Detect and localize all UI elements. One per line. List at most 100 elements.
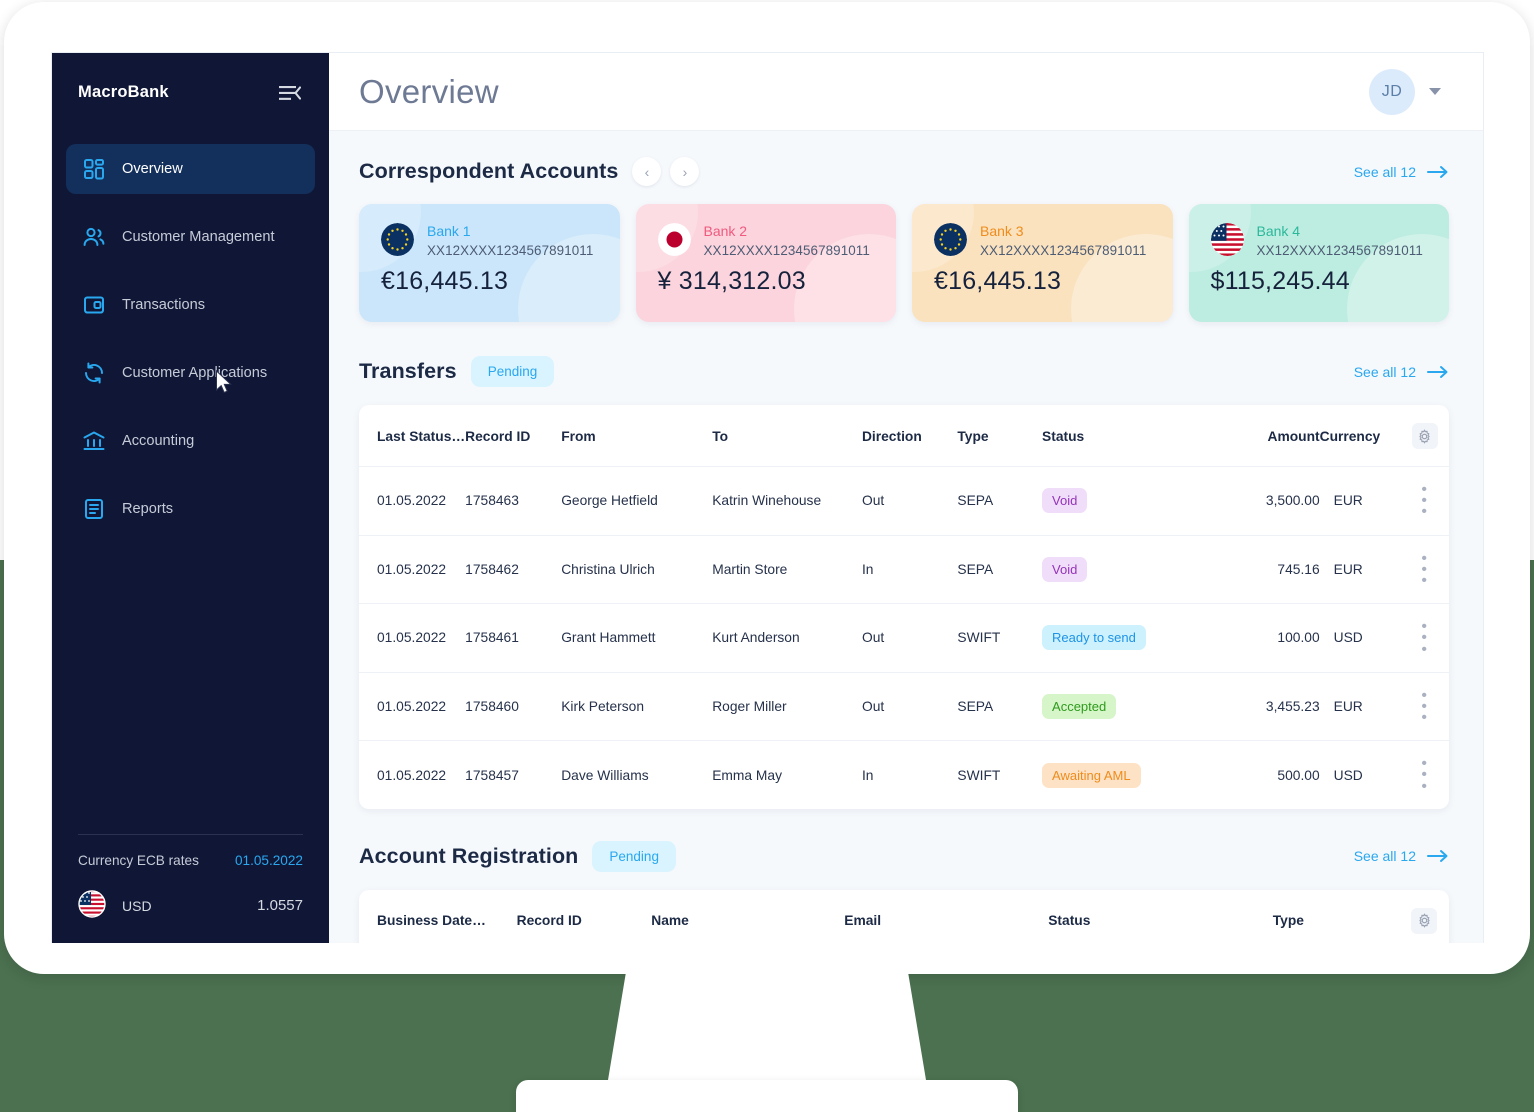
sidebar-item-label: Transactions: [122, 297, 206, 313]
column-header[interactable]: Status: [1042, 405, 1209, 467]
bank-balance: ¥ 314,312.03: [657, 267, 806, 295]
cell-type: SWIFT: [957, 767, 1001, 783]
column-header[interactable]: Email: [844, 889, 1049, 943]
sidebar-item-accounting[interactable]: Accounting: [66, 416, 315, 466]
us-flag-icon: [78, 890, 106, 921]
cell-direction: In: [861, 767, 874, 783]
gear-icon[interactable]: [1411, 907, 1438, 934]
see-all-transfers[interactable]: See all 12: [1354, 364, 1449, 380]
sidebar: MacroBank Overview Customer Management T…: [52, 53, 329, 943]
column-header[interactable]: Amount: [1208, 405, 1320, 467]
sidebar-item-overview[interactable]: Overview: [66, 144, 315, 194]
column-header[interactable]: Direction: [861, 405, 958, 467]
currency-rates-panel: Currency ECB rates 01.05.2022 USD 1.0557: [78, 834, 303, 943]
account-card[interactable]: Bank 1 XX12XXXX1234567891011 €16,445.13: [359, 204, 620, 322]
column-header[interactable]: Last Status…: [359, 405, 466, 467]
account-card[interactable]: Bank 3 XX12XXXX1234567891011 €16,445.13: [912, 204, 1173, 322]
cell-status: Accepted: [1042, 672, 1209, 742]
section-title: Correspondent Accounts: [359, 159, 619, 183]
cell-direction: Out: [861, 466, 958, 536]
collapse-menu-icon[interactable]: [279, 85, 302, 101]
bank-balance: €16,445.13: [381, 267, 509, 295]
eu-flag-icon: [381, 223, 414, 256]
column-header[interactable]: Currency: [1319, 405, 1407, 467]
registration-pending-chip[interactable]: Pending: [592, 840, 676, 872]
rate-value: 1.0557: [257, 897, 303, 914]
content-scroll-area: Correspondent Accounts ‹ › See all 12 Ba…: [329, 131, 1483, 943]
chevron-down-icon[interactable]: [1429, 88, 1441, 95]
cell-amount: 500.00: [1277, 767, 1320, 783]
status-badge: Awaiting AML: [1042, 762, 1141, 788]
cell-record-id: 1758462: [465, 535, 562, 605]
chevron-left-icon[interactable]: ‹: [632, 157, 662, 186]
row-menu-icon[interactable]: • • •: [1406, 756, 1443, 795]
column-header[interactable]: To: [712, 405, 862, 467]
section-title: Transfers: [359, 359, 457, 383]
table-row[interactable]: 01.05.2022 1758460 Kirk Peterson Roger M…: [359, 672, 1449, 742]
sidebar-item-transactions[interactable]: Transactions: [66, 280, 315, 330]
cell-record-id: 1758463: [465, 466, 562, 536]
sidebar-item-customer-management[interactable]: Customer Management: [66, 212, 315, 262]
table-row[interactable]: 01.05.2022 1758463 George Hetfield Katri…: [359, 466, 1449, 536]
column-header[interactable]: Type: [1272, 889, 1406, 943]
gear-icon[interactable]: [1411, 423, 1438, 449]
row-menu-icon[interactable]: • • •: [1406, 618, 1443, 657]
account-card[interactable]: Bank 2 XX12XXXX1234567891011 ¥ 314,312.0…: [635, 204, 896, 322]
row-menu-icon[interactable]: • • •: [1406, 481, 1443, 520]
table-row[interactable]: 01.05.2022 1758457 Dave Williams Emma Ma…: [359, 741, 1449, 809]
arrow-right-icon: [1427, 850, 1448, 863]
cell-status: Void: [1042, 535, 1209, 605]
transfers-pending-chip[interactable]: Pending: [470, 356, 555, 387]
carousel-controls: ‹ ›: [632, 157, 700, 186]
transfers-table: Last Status… Record ID From To Direction…: [359, 405, 1449, 809]
bank-iban: XX12XXXX1234567891011: [980, 243, 1147, 258]
status-badge: Void: [1042, 488, 1088, 514]
main-area: Overview JD Correspondent Accounts ‹ › S…: [329, 53, 1483, 943]
column-header[interactable]: From: [561, 405, 713, 467]
cell-date: 01.05.2022: [359, 466, 466, 536]
sidebar-item-label: Customer Management: [122, 229, 275, 245]
row-menu-icon[interactable]: • • •: [1406, 550, 1443, 589]
table-row[interactable]: 01.05.2022 1758462 Christina Ulrich Mart…: [359, 535, 1449, 605]
arrow-right-icon: [1427, 365, 1448, 378]
rate-currency: USD: [122, 897, 152, 914]
table-header-row: Last Status… Record ID From To Direction…: [359, 405, 1449, 467]
cell-amount: 745.16: [1208, 535, 1320, 605]
column-header[interactable]: Business Date…: [359, 889, 517, 943]
chevron-right-icon[interactable]: ›: [670, 157, 700, 186]
bank-balance: €16,445.13: [934, 267, 1062, 295]
cell-from: Grant Hammett: [561, 603, 713, 673]
status-badge: Ready to send: [1042, 625, 1146, 651]
cell-record-id: 1758457: [465, 767, 519, 783]
see-all-correspondent-accounts[interactable]: See all 12: [1354, 164, 1449, 180]
see-all-registration[interactable]: See all 12: [1354, 848, 1449, 864]
refresh-icon: [82, 361, 106, 385]
sidebar-item-reports[interactable]: Reports: [66, 484, 315, 534]
column-header[interactable]: Name: [651, 889, 845, 943]
cell-type: SEPA: [957, 466, 1043, 536]
see-all-label: See all 12: [1353, 848, 1416, 865]
account-card[interactable]: Bank 4 XX12XXXX1234567891011 $115,245.44: [1188, 204, 1449, 322]
column-header[interactable]: Record ID: [516, 889, 652, 943]
row-menu-icon[interactable]: • • •: [1406, 687, 1443, 726]
user-menu[interactable]: JD: [1369, 68, 1441, 115]
cell-from: George Hetfield: [561, 466, 713, 536]
rates-date[interactable]: 01.05.2022: [235, 853, 303, 868]
us-flag-icon: [1210, 223, 1244, 256]
cell-currency: USD: [1319, 603, 1407, 673]
avatar[interactable]: JD: [1369, 68, 1415, 115]
cell-status: Void: [1042, 466, 1209, 536]
card-icon: [82, 293, 106, 317]
column-header[interactable]: Type: [957, 405, 1043, 467]
cell-to: Katrin Winehouse: [712, 466, 862, 536]
section-title: Account Registration: [359, 843, 579, 868]
cell-date: 01.05.2022: [377, 767, 447, 783]
bank-name: Bank 3: [980, 223, 1024, 239]
column-header[interactable]: Status: [1048, 889, 1273, 943]
table-row[interactable]: 01.05.2022 1758461 Grant Hammett Kurt An…: [359, 603, 1449, 673]
column-header[interactable]: Record ID: [465, 405, 562, 467]
sidebar-item-customer-applications[interactable]: Customer Applications: [66, 348, 315, 398]
bank-name: Bank 2: [703, 223, 748, 239]
sidebar-item-label: Customer Applications: [122, 365, 268, 381]
bank-name: Bank 1: [427, 223, 471, 239]
